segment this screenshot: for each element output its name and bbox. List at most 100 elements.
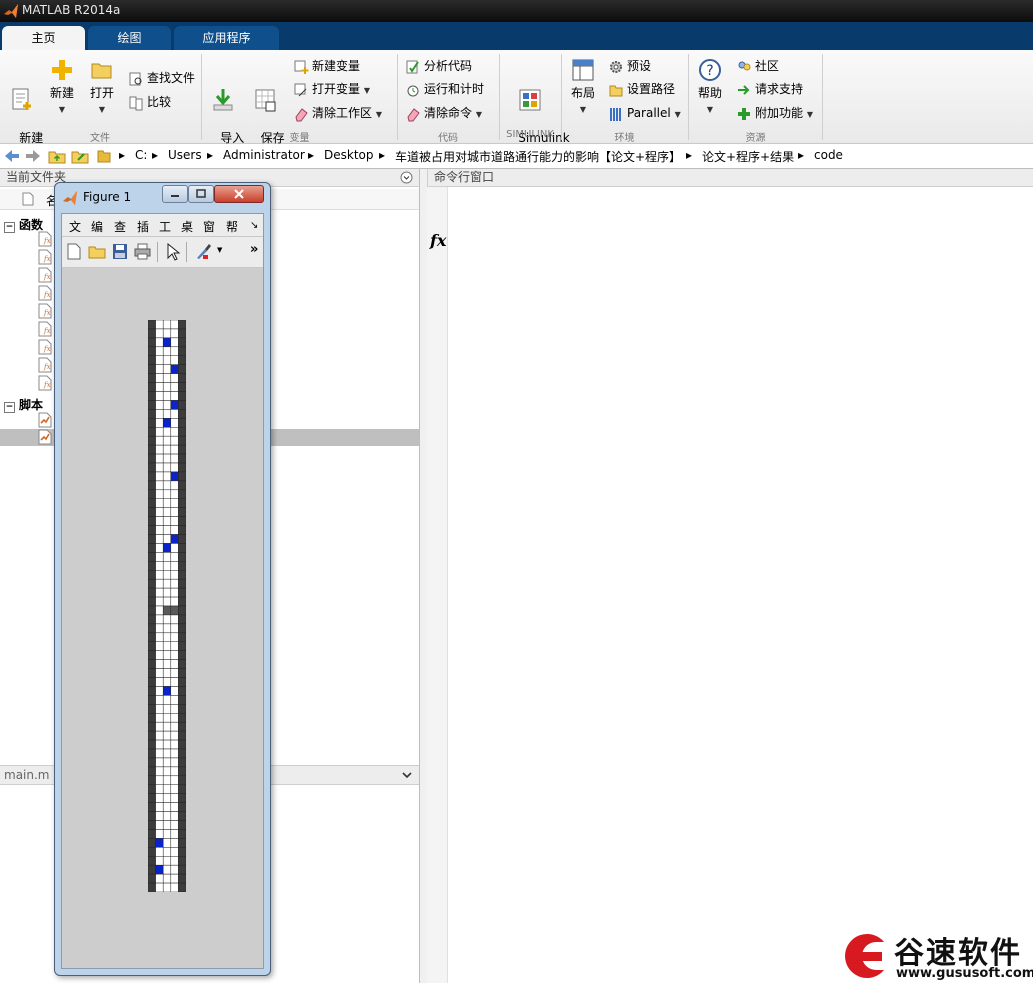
function-file-icon[interactable]: fx [38,267,52,283]
parallel-button[interactable]: Parallel ▼ [608,103,681,123]
layout-button[interactable]: 布局 ▼ [565,56,601,117]
grid-cell-empty [170,829,179,839]
grid-cell-empty [155,847,164,857]
menu-window[interactable]: 窗 [203,218,215,235]
tab-home[interactable]: 主页 [2,26,85,50]
grid-cell-wall [148,695,156,705]
breadcrumb-item[interactable]: 论文+程序+结果 [702,148,794,165]
maximize-button[interactable] [188,185,214,203]
grid-cell-empty [162,811,172,821]
breadcrumb-item[interactable]: code [814,148,843,162]
menu-desktop[interactable]: 桌 [181,218,193,235]
menu-overflow-icon[interactable]: ↘ [250,220,258,231]
breadcrumb-separator-icon: ▸ [798,148,805,162]
folder-icon [97,150,111,163]
brush-icon[interactable] [194,243,212,260]
set-path-button[interactable]: 设置路径 [608,79,675,99]
function-file-icon[interactable]: fx [38,249,52,265]
grid-cell-wall [178,713,186,723]
collapse-icon[interactable]: − [4,222,15,233]
find-files-button[interactable]: 查找文件 [128,68,195,88]
breadcrumb-item[interactable]: C: [135,148,147,162]
grid-cell-empty [155,320,164,330]
close-button[interactable] [214,185,264,203]
grid-cell-wall [178,829,186,839]
breadcrumb-item[interactable]: 车道被占用对城市道路通行能力的影响【论文+程序】 [395,148,681,165]
function-file-icon[interactable]: fx [38,303,52,319]
open-button[interactable]: 打开 ▼ [84,56,120,117]
function-file-icon[interactable]: fx [38,285,52,301]
chevron-down-icon[interactable] [401,769,413,781]
grid-cell-wall [148,391,156,401]
analyze-code-button[interactable]: 分析代码 [405,56,472,76]
menu-file[interactable]: 文 [69,218,81,235]
new-variable-button[interactable]: 新建变量 [293,56,360,76]
menu-insert[interactable]: 插 [137,218,149,235]
menu-help[interactable]: 帮 [226,218,238,235]
function-file-icon[interactable]: fx [38,321,52,337]
grid-cell-wall [178,382,186,392]
command-input-area[interactable] [448,187,1033,983]
community-button[interactable]: 社区 [736,56,779,76]
function-file-icon[interactable]: fx [38,231,52,247]
tab-plots[interactable]: 绘图 [88,26,171,50]
minimize-button[interactable] [162,185,188,203]
run-and-time-button[interactable]: 运行和计时 [405,79,484,99]
grid-cell-wall [178,605,186,616]
panel-menu-icon[interactable] [400,171,413,184]
grid-cell-empty [162,829,172,839]
forward-icon[interactable] [24,148,42,164]
function-file-icon[interactable]: fx [38,339,52,355]
figure-window[interactable]: Figure 1 文 编 查 插 工 桌 窗 帮 ↘ ▼ » [54,182,271,976]
add-ons-button[interactable]: 附加功能 ▼ [736,103,813,123]
browse-folder-icon[interactable] [71,148,89,164]
grid-cell-empty [162,596,172,607]
grid-cell-empty [155,775,164,785]
breadcrumb-item[interactable]: Administrator [223,148,305,162]
save-icon[interactable] [112,243,128,260]
grid-cell-empty [170,498,179,508]
toolbar-overflow-icon[interactable]: » [250,242,258,257]
menu-view[interactable]: 查 [114,218,126,235]
grid-cell-wall [148,704,156,714]
grid-cell-empty [155,578,164,589]
open-variable-button[interactable]: 打开变量 ▼ [293,79,370,99]
clear-workspace-button[interactable]: 清除工作区 ▼ [293,103,382,123]
compare-button[interactable]: 比较 [128,92,171,112]
menu-tools[interactable]: 工 [159,218,171,235]
new-figure-icon[interactable] [66,243,82,260]
grid-cell-empty [170,784,179,794]
menu-edit[interactable]: 编 [91,218,103,235]
ribbon-divider [561,54,562,140]
help-icon: ? [699,59,721,81]
grid-cell-empty [170,686,179,696]
fx-icon[interactable]: fx [430,231,446,250]
breadcrumb-item[interactable]: Desktop [324,148,374,162]
request-support-button[interactable]: 请求支持 [736,79,803,99]
collapse-icon[interactable]: − [4,402,15,413]
grid-cell-wall [178,435,186,446]
open-file-icon[interactable] [88,243,106,260]
clear-commands-button[interactable]: 清除命令 ▼ [405,103,482,123]
preferences-button[interactable]: 预设 [608,56,651,76]
grid-cell-empty [155,873,164,884]
pointer-icon[interactable] [166,243,180,261]
save-workspace-icon [255,89,276,112]
grid-cell-empty [155,498,164,508]
function-file-icon[interactable]: fx [38,357,52,373]
script-file-icon[interactable] [38,412,52,428]
grid-cell-wall [178,686,186,696]
grid-cell-empty [162,775,172,785]
breadcrumb-item[interactable]: Users [168,148,202,162]
function-file-icon[interactable]: fx [38,375,52,391]
print-icon[interactable] [134,243,151,260]
help-button[interactable]: ? 帮助 ▼ [692,56,728,117]
grid-cell-empty [170,570,179,580]
chevron-down-icon[interactable]: ▼ [217,246,222,254]
new-button[interactable]: 新建 ▼ [44,56,80,117]
section-scripts[interactable]: − 脚本 [4,396,43,413]
tab-apps[interactable]: 应用程序 [174,26,279,50]
grid-cell-empty [170,713,179,723]
back-icon[interactable] [3,148,21,164]
up-folder-icon[interactable] [48,148,66,164]
